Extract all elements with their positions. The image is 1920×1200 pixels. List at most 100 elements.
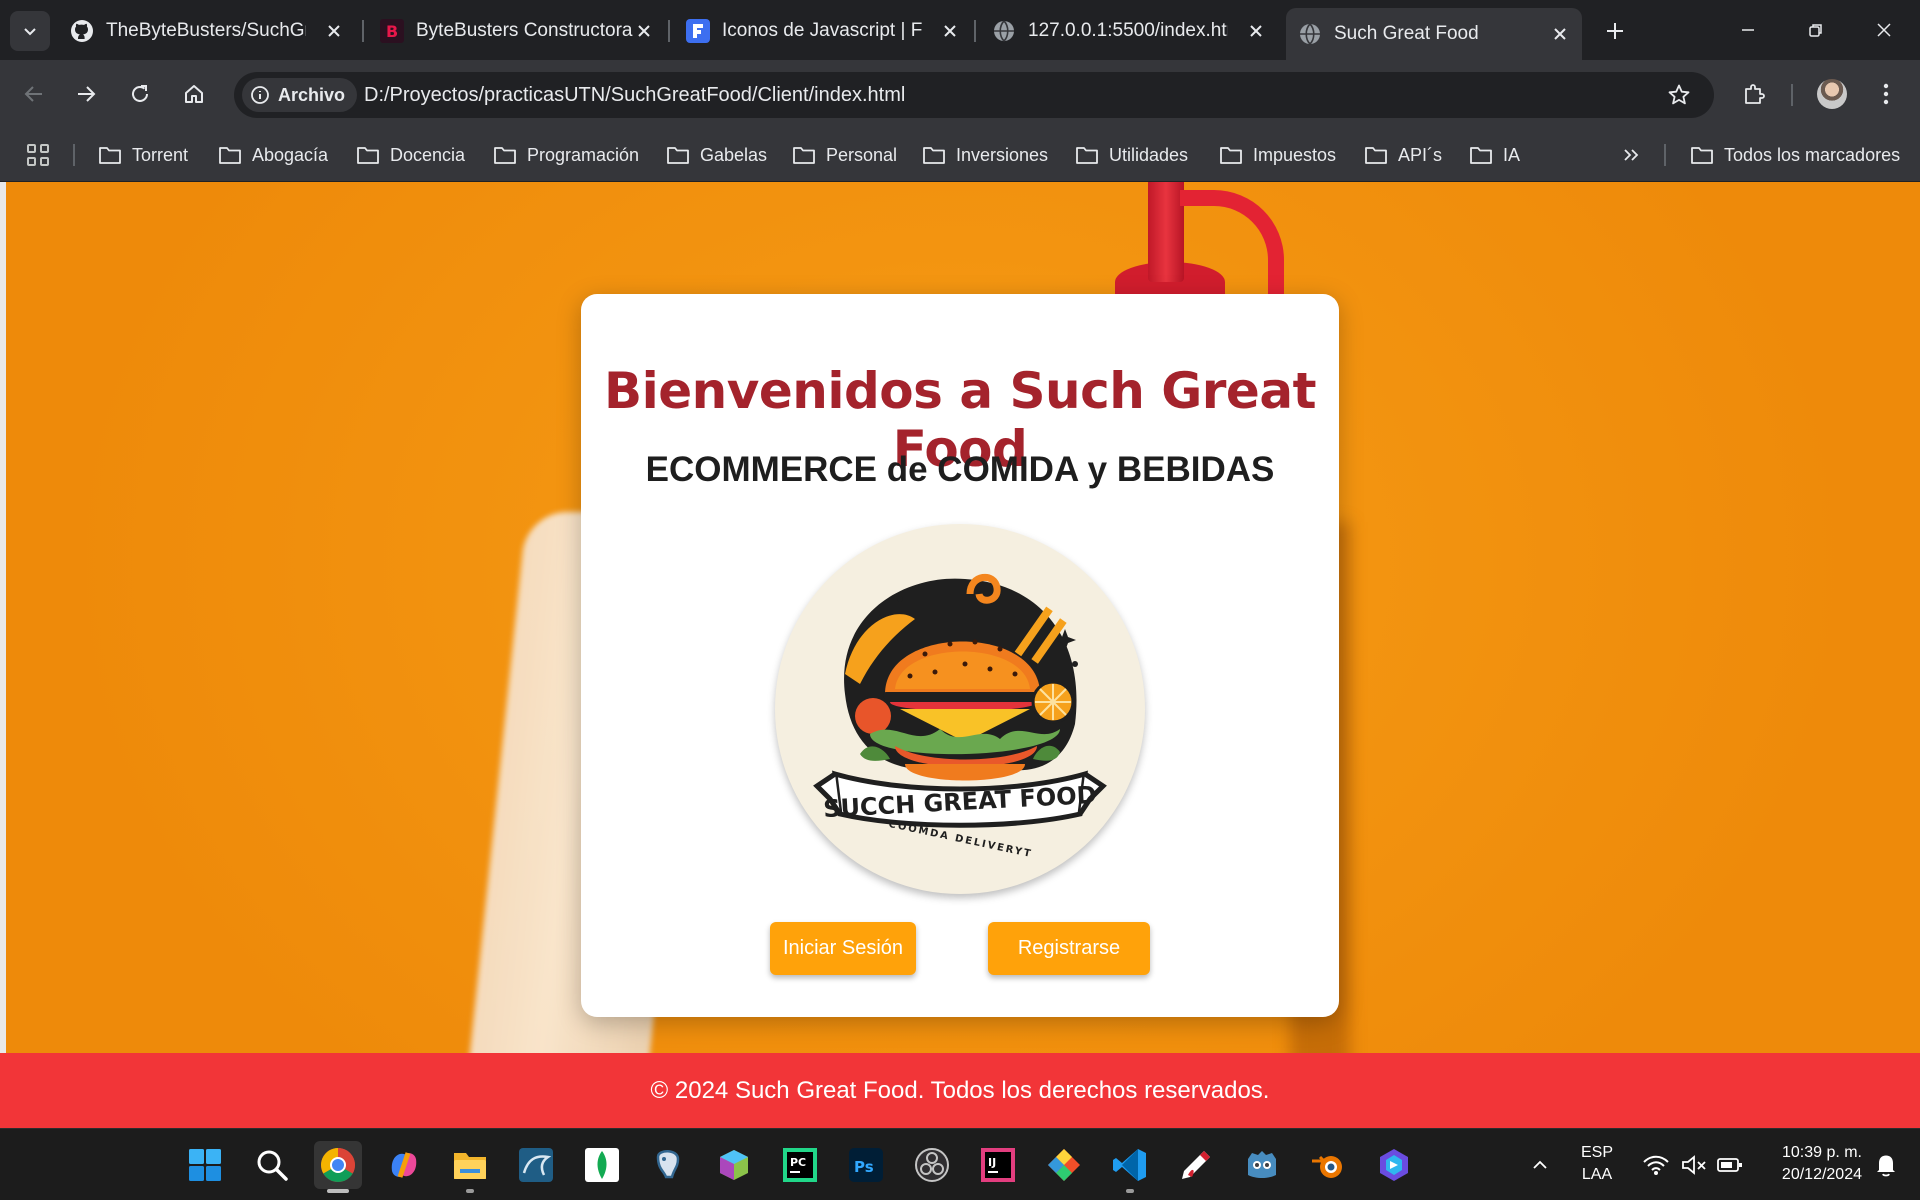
- bookmark-folder-docencia[interactable]: Docencia: [356, 128, 465, 182]
- pycharm-icon[interactable]: PC: [776, 1141, 824, 1189]
- bookmark-star-button[interactable]: [1664, 80, 1694, 110]
- cube-app-icon[interactable]: [710, 1141, 758, 1189]
- folder-icon: [1690, 145, 1714, 165]
- bookmark-folder-torrent[interactable]: Torrent: [98, 128, 188, 182]
- tray-overflow-button[interactable]: [1514, 1141, 1566, 1189]
- clock[interactable]: 10:39 p. m. 20/12/2024: [1756, 1142, 1862, 1186]
- wifi-icon: [1643, 1155, 1669, 1175]
- puzzle-icon: [1745, 84, 1765, 104]
- blender-icon[interactable]: [1304, 1141, 1352, 1189]
- copilot-icon[interactable]: [380, 1141, 428, 1189]
- bookmark-label: Programación: [527, 144, 640, 165]
- mysql-icon[interactable]: [512, 1141, 560, 1189]
- flaticon-icon: [686, 19, 710, 43]
- tab-bytebusters[interactable]: B ByteBusters Constructora: [368, 10, 666, 52]
- home-button[interactable]: [174, 74, 214, 114]
- bookmark-folder-utilidades[interactable]: Utilidades: [1075, 128, 1188, 182]
- tab-localhost[interactable]: 127.0.0.1:5500/index.htm: [980, 10, 1278, 52]
- system-tray-status[interactable]: [1628, 1141, 1758, 1189]
- welcome-card: Bienvenidos a Such Great Food ECOMMERCE …: [581, 294, 1339, 1017]
- profile-button[interactable]: [1812, 74, 1852, 114]
- obs-icon[interactable]: [908, 1141, 956, 1189]
- bookmark-label: IA: [1503, 144, 1521, 165]
- url-text[interactable]: D:/Proyectos/practicasUTN/SuchGreatFood/…: [364, 72, 905, 118]
- bookmark-folder-impuestos[interactable]: Impuestos: [1219, 128, 1336, 182]
- bookmark-folder-programacion[interactable]: Programación: [493, 128, 639, 182]
- bookmark-label: Abogacía: [252, 144, 329, 165]
- scheme-label: Archivo: [278, 84, 346, 105]
- close-icon[interactable]: [938, 19, 962, 43]
- close-icon[interactable]: [1548, 22, 1572, 46]
- language-indicator[interactable]: ESP LAA: [1572, 1142, 1622, 1186]
- bookmark-divider: [1664, 144, 1666, 166]
- bookmark-folder-gabelas[interactable]: Gabelas: [666, 128, 767, 182]
- page-subtitle: ECOMMERCE de COMIDA y BEBIDAS: [645, 450, 1275, 489]
- bookmark-folder-apis[interactable]: API´s: [1364, 128, 1442, 182]
- hex-app-icon[interactable]: [1370, 1141, 1418, 1189]
- close-icon[interactable]: [322, 19, 346, 43]
- chrome-icon[interactable]: [314, 1141, 362, 1193]
- photoshop-icon[interactable]: Ps: [842, 1141, 890, 1189]
- bookmark-label: Inversiones: [956, 144, 1049, 165]
- close-icon[interactable]: [1244, 19, 1268, 43]
- search-icon[interactable]: [248, 1141, 296, 1189]
- arrow-left-icon: [24, 86, 42, 102]
- bookmark-folder-abogacia[interactable]: Abogacía: [218, 128, 328, 182]
- running-indicator: [1126, 1189, 1134, 1193]
- globe-icon: [992, 19, 1016, 43]
- restore-button[interactable]: [1788, 10, 1844, 50]
- reload-button[interactable]: [120, 74, 160, 114]
- git-kraken-icon[interactable]: [1040, 1141, 1088, 1189]
- folder-icon: [356, 145, 380, 165]
- tab-search-button[interactable]: [10, 11, 50, 51]
- bookmark-folder-inversiones[interactable]: Inversiones: [922, 128, 1048, 182]
- new-tab-button[interactable]: [1598, 14, 1632, 48]
- close-icon[interactable]: [632, 19, 656, 43]
- postgresql-icon[interactable]: [644, 1141, 692, 1189]
- bookmark-folder-personal[interactable]: Personal: [792, 128, 897, 182]
- address-bar[interactable]: Archivo D:/Proyectos/practicasUTN/SuchGr…: [234, 72, 1714, 118]
- tab-title: Such Great Food: [1334, 23, 1479, 44]
- site-info-chip[interactable]: Archivo: [242, 78, 358, 112]
- folder-icon: [666, 145, 690, 165]
- mongodb-icon[interactable]: [578, 1141, 626, 1189]
- back-button[interactable]: [14, 74, 54, 114]
- login-button[interactable]: Iniciar Sesión: [770, 922, 916, 975]
- background-bottle-neck: [1148, 182, 1184, 282]
- running-indicator: [327, 1189, 349, 1193]
- chevron-down-icon: [24, 28, 36, 36]
- bookmark-folder-ia[interactable]: IA: [1469, 128, 1520, 182]
- tab-divider: [668, 20, 670, 42]
- all-bookmarks-folder[interactable]: Todos los marcadores: [1690, 128, 1900, 182]
- close-window-button[interactable]: [1856, 10, 1912, 50]
- folder-icon: [1364, 145, 1388, 165]
- plus-icon: [1607, 23, 1623, 39]
- home-icon: [185, 85, 203, 103]
- apps-grid-icon[interactable]: [24, 141, 52, 169]
- web-page: Bienvenidos a Such Great Food ECOMMERCE …: [0, 182, 1920, 1053]
- tab-strip: TheByteBusters/SuchGrea B ByteBusters Co…: [0, 0, 1920, 60]
- folder-icon: [922, 145, 946, 165]
- extensions-button[interactable]: [1734, 74, 1774, 114]
- vscode-icon[interactable]: [1106, 1141, 1154, 1193]
- tab-github[interactable]: TheByteBusters/SuchGrea: [58, 10, 356, 52]
- intellij-icon[interactable]: IJ: [974, 1141, 1022, 1189]
- pen-app-icon[interactable]: [1172, 1141, 1220, 1189]
- windows-start-icon[interactable]: [181, 1141, 229, 1189]
- tab-such-great-food[interactable]: Such Great Food: [1286, 8, 1582, 60]
- chrome-menu-button[interactable]: [1866, 74, 1906, 114]
- godot-icon[interactable]: [1238, 1141, 1286, 1189]
- folder-icon: [218, 145, 242, 165]
- star-icon: [1668, 84, 1690, 105]
- forward-button[interactable]: [66, 74, 106, 114]
- file-explorer-icon[interactable]: [446, 1141, 494, 1193]
- register-button[interactable]: Registrarse: [988, 922, 1150, 975]
- minimize-button[interactable]: [1720, 10, 1776, 50]
- bytebusters-icon: B: [380, 19, 404, 43]
- folder-icon: [493, 145, 517, 165]
- more-bookmarks-button[interactable]: [1616, 140, 1646, 170]
- bookmark-divider: [73, 144, 75, 166]
- bookmark-label: API´s: [1398, 144, 1443, 165]
- tab-flaticon[interactable]: Iconos de Javascript | Fre: [674, 10, 972, 52]
- notifications-button[interactable]: [1866, 1141, 1906, 1189]
